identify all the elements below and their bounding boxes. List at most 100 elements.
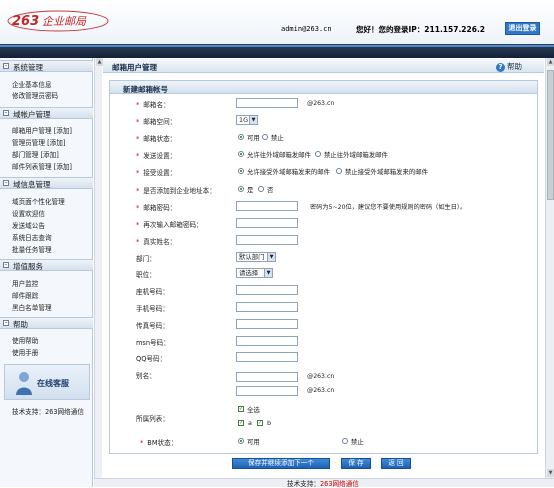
sidebar-item-change-password[interactable]: 修改管理员密码 (12, 90, 58, 100)
alias-label: 别名： (136, 372, 156, 380)
svg-text:263: 263 (12, 14, 39, 29)
department-label: 部门： (136, 255, 156, 263)
phone-input[interactable] (236, 285, 298, 295)
address-book-no-radio[interactable] (258, 186, 264, 192)
mailbox-name-label: * 邮箱名： (136, 101, 170, 109)
header-stripe (0, 45, 554, 47)
bm-enabled-radio[interactable] (238, 438, 244, 444)
sidebar-item-system-log[interactable]: 系统日志查询 (12, 232, 52, 242)
sidebar-section-help[interactable]: – 帮助 (0, 317, 93, 329)
address-book-yes-radio[interactable] (238, 186, 244, 192)
header-user-email: admin@263.cn (281, 25, 332, 33)
save-button[interactable]: 保 存 (341, 458, 371, 469)
receive-setting-label: * 接受设置： (136, 169, 177, 177)
mobile-label: 手机号码： (136, 305, 169, 313)
send-allow-radio[interactable] (238, 151, 244, 157)
status-enabled-radio[interactable] (238, 134, 244, 140)
msn-input[interactable] (236, 336, 298, 346)
position-select[interactable]: 请选择 ▼ (236, 268, 273, 278)
list-select-all-checkbox[interactable]: ✓ (238, 406, 244, 412)
sidebar-item-company-info[interactable]: 企业基本信息 (12, 79, 52, 89)
sidebar-item-manual[interactable]: 使用手册 (12, 347, 38, 357)
svg-text:企业邮局: 企业邮局 (42, 15, 87, 28)
chevron-down-icon: ▼ (264, 269, 272, 277)
mailbox-space-select[interactable]: 1G ▼ (236, 115, 258, 125)
sidebar-section-label: 增值服务 (13, 262, 43, 271)
form-header: 新建邮箱帐号 (110, 81, 537, 94)
list-a-label: a (248, 419, 252, 427)
receive-allow-radio[interactable] (238, 168, 244, 174)
sidebar-section-system[interactable]: – 系统管理 (0, 60, 93, 72)
department-select[interactable]: 默认部门 ▼ (236, 252, 276, 262)
status-disabled-radio[interactable] (262, 134, 268, 140)
sidebar-section-accounts[interactable]: – 域帐户管理 (0, 107, 93, 119)
person-icon (16, 372, 32, 395)
status-enabled-label: 可用 (247, 134, 260, 142)
alias-input-1[interactable] (236, 372, 298, 382)
logout-button[interactable]: 退出登录 (505, 22, 540, 35)
save-and-continue-button[interactable]: 保存并继续添加下一个 (232, 458, 330, 469)
sidebar-item-batch-tasks[interactable]: 批量任务管理 (12, 244, 52, 254)
scroll-up-icon[interactable]: ▲ (547, 58, 554, 66)
sidebar-item-mail-tracking[interactable]: 邮件跟踪 (12, 290, 38, 300)
fax-input[interactable] (236, 319, 298, 329)
phone-label: 座机号码： (136, 288, 169, 296)
sidebar-item-black-white-list[interactable]: 黑白名单管理 (12, 302, 52, 312)
sidebar-scrollbar[interactable]: ▲ (94, 58, 103, 478)
back-button[interactable]: 返 回 (381, 458, 411, 469)
password-hint: 密码为5~20位，建议您不要使用规则的密码（如生日）。 (310, 204, 467, 211)
real-name-input[interactable] (236, 235, 298, 245)
list-b-checkbox[interactable]: ✓ (257, 420, 263, 426)
alias-input-2[interactable] (236, 386, 298, 396)
sidebar-section-domain-info[interactable]: – 域信息管理 (0, 177, 93, 189)
msn-label: msn号码： (136, 339, 170, 347)
sidebar-section-label: 域信息管理 (13, 180, 51, 189)
sidebar: – 系统管理 企业基本信息 修改管理员密码 – 域帐户管理 邮箱用户管理 [添加] … (0, 58, 93, 487)
send-allow-label: 允许往外域邮箱发邮件 (247, 151, 311, 159)
chevron-down-icon: ▼ (249, 116, 257, 124)
password-confirm-label: * 再次输入邮箱密码： (136, 221, 203, 229)
page-title: 邮箱用户管理 (112, 63, 157, 72)
main-scrollbar[interactable]: ▲ ▼ (545, 58, 554, 478)
list-a-checkbox[interactable]: ✓ (238, 420, 244, 426)
send-deny-radio[interactable] (315, 151, 321, 157)
collapse-icon[interactable]: – (3, 262, 9, 268)
qq-label: QQ号码： (136, 355, 167, 363)
mailbox-status-label: * 邮箱状态： (136, 135, 177, 143)
online-service-label: 在线客服 (37, 379, 69, 388)
sidebar-item-user-monitor[interactable]: 用户监控 (12, 278, 38, 288)
password-confirm-input[interactable] (236, 218, 298, 228)
qq-input[interactable] (236, 352, 298, 362)
bm-disabled-radio[interactable] (342, 438, 348, 444)
scrollbar-thumb[interactable] (547, 70, 554, 200)
sidebar-item-page-customize[interactable]: 域页面个性化管理 (12, 196, 65, 206)
sidebar-item-admins[interactable]: 管理员管理 [添加] (12, 137, 65, 147)
position-label: 职位： (136, 271, 156, 279)
scroll-down-icon[interactable]: ▼ (547, 469, 554, 477)
collapse-icon[interactable]: – (3, 180, 9, 186)
mobile-input[interactable] (236, 302, 298, 312)
sidebar-item-mail-lists[interactable]: 邮件列表管理 [添加] (12, 161, 72, 171)
collapse-icon[interactable]: – (3, 110, 9, 116)
collapse-icon[interactable]: – (3, 63, 9, 69)
collapse-icon[interactable]: – (3, 320, 9, 326)
sidebar-item-help[interactable]: 使用帮助 (12, 335, 38, 345)
help-icon: ? (496, 62, 505, 72)
alias-suffix-2: @263.cn (307, 387, 335, 394)
lists-label: 所属列表： (136, 415, 169, 423)
help-link[interactable]: ? 帮助 (496, 61, 522, 72)
send-setting-label: * 发送设置： (136, 152, 177, 160)
sidebar-item-domain-notice[interactable]: 发送域公告 (12, 220, 45, 230)
sidebar-item-mailbox-users[interactable]: 邮箱用户管理 [添加] (12, 125, 72, 135)
receive-deny-radio[interactable] (336, 168, 342, 174)
sidebar-support-text: 技术支持：263网络通信 (12, 408, 84, 416)
mailbox-name-input[interactable] (236, 98, 298, 108)
password-input[interactable] (236, 201, 298, 211)
sidebar-section-value-added[interactable]: – 增值服务 (0, 259, 93, 271)
online-service-button[interactable]: 在线客服 (4, 364, 90, 400)
scroll-up-icon[interactable]: ▲ (96, 58, 103, 66)
sidebar-item-departments[interactable]: 部门管理 [添加] (12, 149, 59, 159)
sidebar-item-welcome-letter[interactable]: 设置欢迎信 (12, 208, 45, 218)
chevron-down-icon: ▼ (267, 253, 275, 261)
sidebar-section-label: 系统管理 (13, 63, 43, 72)
